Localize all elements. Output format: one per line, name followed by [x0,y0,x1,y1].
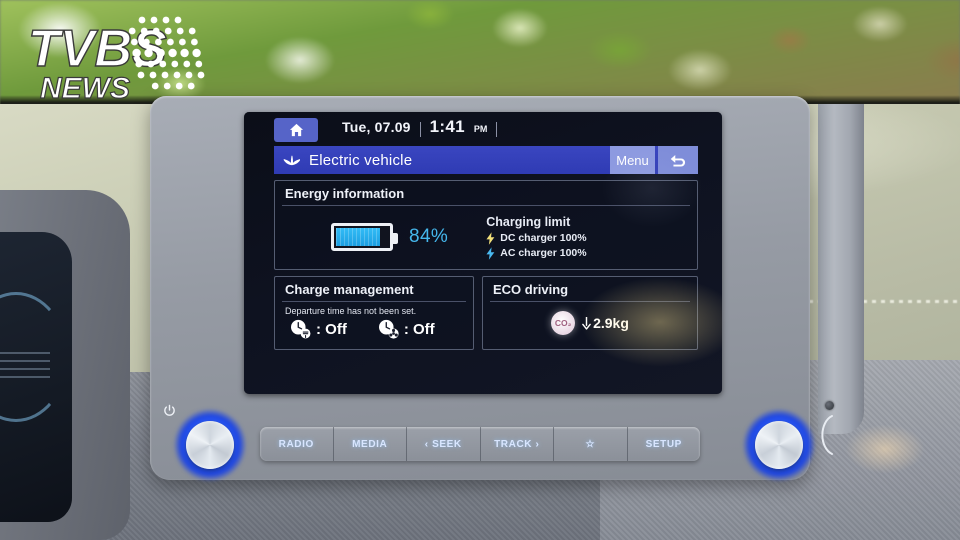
knob-indicator-arc [820,412,838,458]
charge-management-title: Charge management [285,282,414,297]
co2-badge-icon: CO₂ [551,311,576,335]
clock-divider-right [496,121,498,137]
back-button[interactable] [658,146,698,174]
battery-icon [331,223,398,251]
charge-timer-row: : Off : Off [275,319,473,339]
status-bar: Tue, 07.09 1:41 PM [244,112,722,146]
key-seek[interactable]: ‹ SEEK [407,427,481,461]
dc-charger-label: DC charger 100% [500,232,587,244]
ac-charger-label: AC charger 100% [500,247,587,259]
key-media[interactable]: MEDIA [334,427,407,461]
energy-information-panel[interactable]: Energy information 84% Charging limit DC… [274,180,698,270]
co2-reduction-value: 2.9kg [582,315,629,331]
key-track[interactable]: TRACK › [481,427,554,461]
knob-surface[interactable] [755,421,803,469]
eco-driving-panel[interactable]: ECO driving CO₂ 2.9kg [482,276,698,350]
infotainment-screen-bezel: Tue, 07.09 1:41 PM Electric vehicle Menu [244,112,722,394]
energy-information-body: 84% Charging limit DC charger 100% AC ch… [275,206,697,268]
dc-bolt-icon [486,231,495,245]
clock-plug-icon [291,319,311,339]
pillar-sensor-icon [825,401,834,410]
knob-surface[interactable] [186,421,234,469]
clock-area: Tue, 07.09 1:41 PM [342,117,498,141]
infotainment-screen[interactable]: Tue, 07.09 1:41 PM Electric vehicle Menu [244,112,722,394]
home-button[interactable] [274,118,318,142]
home-icon [289,123,303,137]
time-text: 1:41 [429,117,465,136]
title-bar: Electric vehicle Menu [274,146,698,174]
dc-charger-row: DC charger 100% [486,231,587,245]
departure-time-note: Departure time has not been set. [285,306,417,316]
charging-limit-block: Charging limit DC charger 100% AC charge… [486,214,587,260]
power-volume-knob[interactable] [173,408,247,482]
timer-climate-item[interactable]: : Off [377,319,435,339]
arrow-down-icon [582,316,591,330]
timer-charge-value: : Off [316,320,347,338]
co2-value-text: 2.9kg [593,315,629,331]
clock-divider [419,121,421,137]
ac-charger-row: AC charger 100% [486,246,587,260]
power-icon [163,404,177,418]
car-interior-scene: Tue, 07.09 1:41 PM Electric vehicle Menu [0,0,960,540]
energy-information-title: Energy information [285,186,405,201]
cluster-readout [0,352,50,378]
date-text: Tue, 07.09 [342,119,411,135]
key-radio[interactable]: RADIO [260,427,334,461]
charging-limit-title: Charging limit [486,214,571,229]
co2-label: CO₂ [554,318,572,328]
menu-button[interactable]: Menu [610,146,655,174]
key-setup[interactable]: SETUP [628,427,701,461]
battery-fill-level [336,228,380,246]
charge-management-panel[interactable]: Charge management Departure time has not… [274,276,474,350]
ampm-text: PM [473,124,488,134]
eco-driving-body: CO₂ 2.9kg [483,311,697,335]
hardkey-bar: RADIO MEDIA ‹ SEEK TRACK › ☆ SETUP [260,427,700,461]
screen-title: Electric vehicle [309,151,413,169]
panel-divider [282,301,466,302]
eco-driving-title: ECO driving [493,282,569,297]
a-pillar-trim [818,104,864,434]
key-favorite-star[interactable]: ☆ [554,427,628,461]
ac-bolt-icon [486,246,495,260]
clock-climate-icon [378,319,399,339]
battery-percent-text: 84% [409,226,449,247]
back-arrow-icon [670,154,686,166]
timer-climate-value: : Off [403,320,435,338]
tune-knob[interactable] [742,408,816,482]
panel-divider [490,301,690,302]
windshield-foliage [0,0,960,104]
timer-charge-item[interactable]: : Off [289,319,347,339]
menu-button-label: Menu [616,152,649,168]
leaf-icon [283,155,300,166]
